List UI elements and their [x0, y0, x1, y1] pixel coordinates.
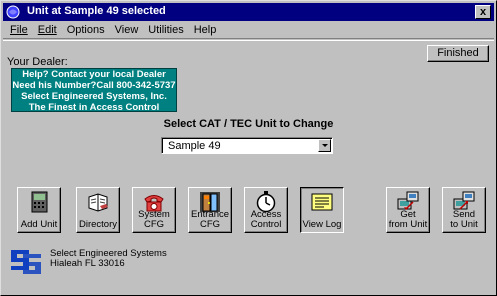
system-cfg-label: CFG: [143, 219, 165, 230]
entrance-cfg-button[interactable]: Entrance CFG: [188, 187, 232, 233]
menu-utilities-label: Utilities: [148, 24, 184, 36]
get-from-unit-button[interactable]: Get from Unit: [386, 187, 430, 233]
menu-utilities[interactable]: Utilities: [143, 24, 188, 36]
send-to-unit-button[interactable]: Send to Unit: [442, 187, 486, 233]
menu-file-label: File: [10, 24, 28, 36]
directory-icon: [88, 193, 108, 212]
close-button[interactable]: x: [475, 5, 491, 19]
company-info: Select Engineered Systems Hialeah FL 330…: [50, 249, 167, 269]
dealer-line-help: Help? Contact your local Dealer: [22, 69, 166, 80]
dealer-info-box: Help? Contact your local Dealer Need his…: [11, 68, 177, 113]
menu-edit[interactable]: Edit: [33, 24, 62, 36]
dealer-line-slogan: The Finest in Access Control: [28, 102, 160, 113]
dealer-line-company: Select Engineered Systems, Inc.: [21, 91, 167, 102]
get-from-unit-label: from Unit: [388, 219, 428, 230]
window-title: Unit at Sample 49 selected: [27, 5, 166, 17]
app-icon[interactable]: [6, 5, 20, 19]
menu-options[interactable]: Options: [62, 24, 110, 36]
unit-select-value: Sample 49: [168, 140, 221, 152]
menu-view-label: View: [114, 24, 139, 36]
title-bar[interactable]: Unit at Sample 49 selected x: [3, 3, 494, 21]
menu-help-label: Help: [193, 24, 217, 36]
menu-edit-label: Edit: [37, 24, 57, 36]
add-unit-label: Add Unit: [20, 219, 58, 230]
system-cfg-button[interactable]: System CFG: [132, 187, 176, 233]
view-log-button[interactable]: View Log: [300, 187, 344, 233]
unit-select-dropdown[interactable]: Sample 49: [161, 137, 333, 154]
directory-label: Directory: [78, 219, 117, 230]
company-address: Hialeah FL 33016: [50, 258, 125, 269]
access-control-button[interactable]: Access Control: [244, 187, 288, 233]
entrance-cfg-label: CFG: [199, 219, 221, 230]
menu-view[interactable]: View: [110, 24, 144, 36]
access-control-label: Control: [250, 219, 282, 230]
menu-options-label: Options: [66, 24, 105, 36]
directory-button[interactable]: Directory: [76, 187, 120, 233]
finished-button[interactable]: Finished: [427, 45, 489, 62]
view-log-label: View Log: [302, 219, 342, 230]
add-unit-icon: [31, 191, 48, 213]
main-panel: Finished Your Dealer: Help? Contact your…: [3, 40, 494, 294]
unit-select-label: Select CAT / TEC Unit to Change: [163, 118, 334, 130]
log-icon: [311, 193, 333, 211]
application-window: Unit at Sample 49 selected x File Edit O…: [0, 0, 497, 296]
dealer-line-phone: Need his Number?Call 800-342-5737: [12, 80, 176, 91]
menu-file[interactable]: File: [5, 24, 33, 36]
dealer-label: Your Dealer:: [7, 56, 68, 68]
menu-help[interactable]: Help: [189, 24, 222, 36]
add-unit-button[interactable]: Add Unit: [17, 187, 61, 233]
send-to-unit-label: to Unit: [450, 219, 478, 230]
chevron-down-icon[interactable]: [318, 139, 331, 152]
company-logo: [11, 250, 41, 274]
menu-bar: File Edit Options View Utilities Help: [3, 22, 494, 39]
